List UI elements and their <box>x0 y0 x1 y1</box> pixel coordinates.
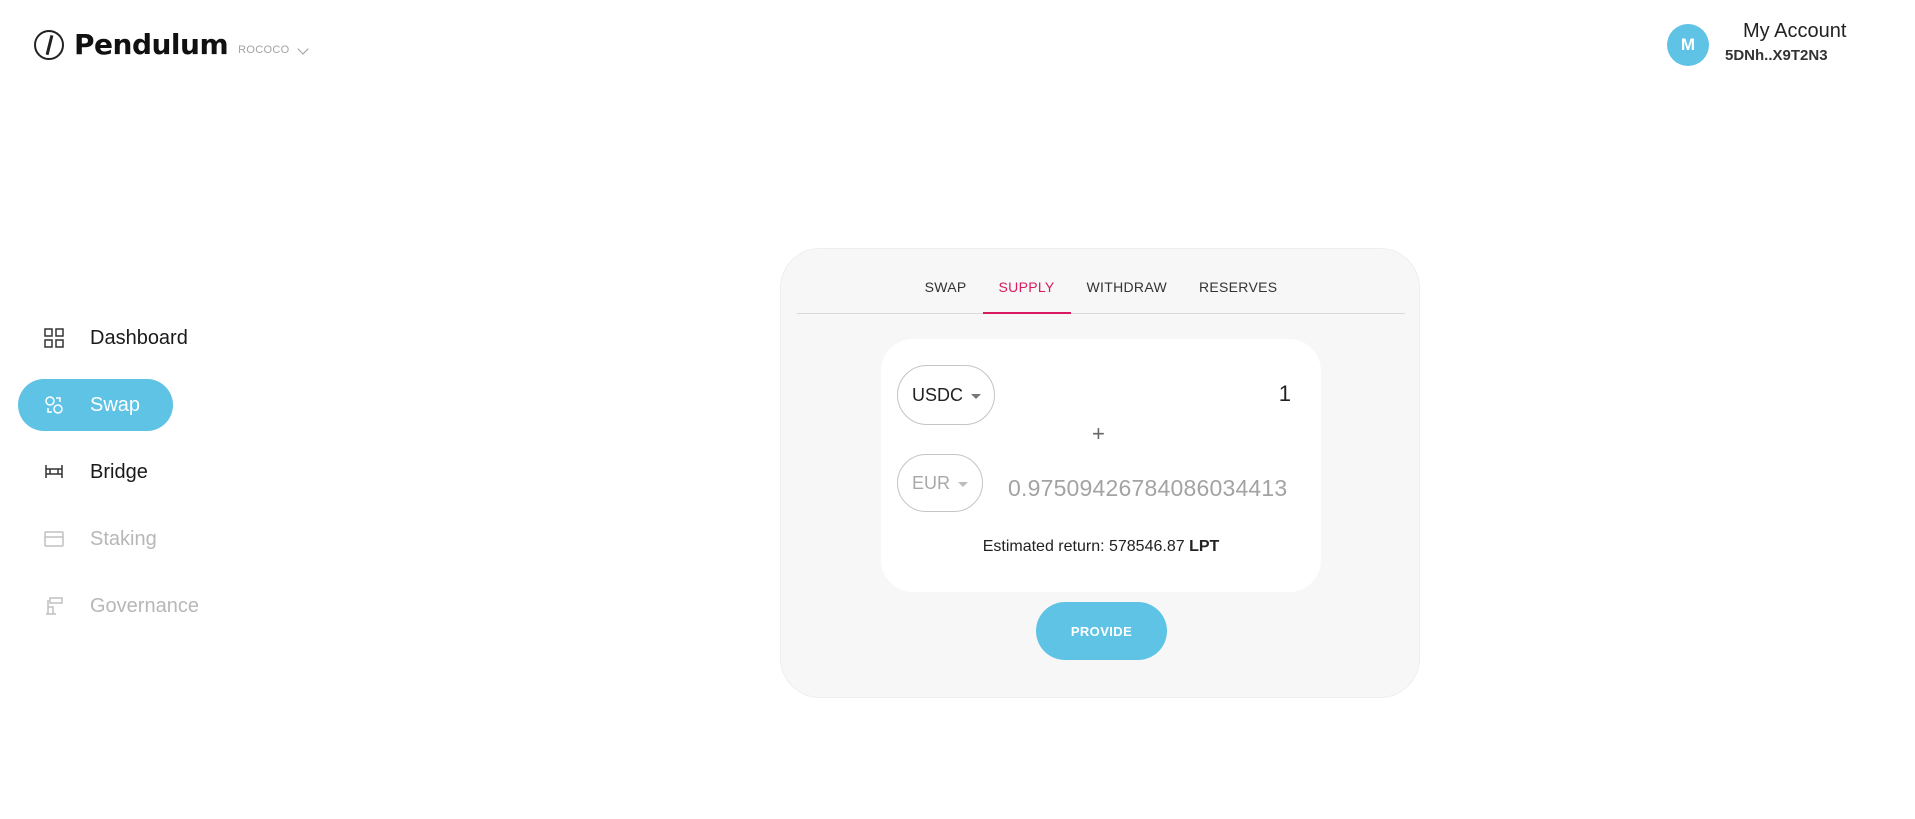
account-info[interactable]: My Account 5DNh..X9T2N3 <box>1725 20 1846 66</box>
estimated-return: Estimated return: 578546.87 LPT <box>881 538 1321 556</box>
sidebar: Dashboard Swap Bridge Staking Governance <box>18 312 278 647</box>
tab-supply[interactable]: SUPPLY <box>982 273 1071 314</box>
governance-icon <box>44 596 64 616</box>
sidebar-item-staking[interactable]: Staking <box>18 513 278 565</box>
sidebar-item-label: Swap <box>90 393 141 416</box>
token-b-amount: 0.9750942678408603441​3 <box>1008 475 1288 501</box>
token-a-selector[interactable]: USDC <box>897 365 995 425</box>
chevron-down-icon[interactable] <box>297 42 310 55</box>
pendulum-logo-icon <box>34 29 64 60</box>
sidebar-item-dashboard[interactable]: Dashboard <box>18 312 278 364</box>
account-label: My Account <box>1743 20 1847 42</box>
caret-down-icon <box>971 393 982 399</box>
sidebar-item-label: Bridge <box>90 460 148 483</box>
grid-icon <box>44 328 64 348</box>
sidebar-item-label: Dashboard <box>90 326 188 349</box>
supply-panel: USDC 1 + EUR 0.9750942678408603441​3 Est… <box>881 339 1321 592</box>
caret-down-icon <box>958 481 969 487</box>
sidebar-item-label: Staking <box>90 527 157 550</box>
avatar[interactable]: M <box>1667 24 1709 66</box>
account-button[interactable]: M My Account 5DNh..X9T2N3 <box>1667 20 1846 66</box>
estimated-return-text: Estimated return: 578546.87 <box>982 538 1190 555</box>
sidebar-item-governance[interactable]: Governance <box>18 580 278 632</box>
network-selector-label[interactable]: ROCOCO <box>238 44 289 56</box>
token-a-symbol: USDC <box>912 384 964 405</box>
tab-reserves[interactable]: RESERVES <box>1183 273 1293 314</box>
plus-icon: + <box>1092 421 1105 446</box>
token-a-amount-input[interactable]: 1 <box>1279 381 1291 407</box>
sidebar-item-swap[interactable]: Swap <box>18 379 173 431</box>
estimated-return-unit: LPT <box>1189 538 1220 555</box>
token-b-selector[interactable]: EUR <box>897 454 983 512</box>
staking-icon <box>44 529 64 549</box>
provide-button[interactable]: PROVIDE <box>1036 602 1167 660</box>
pool-card: SWAP SUPPLY WITHDRAW RESERVES USDC 1 + E… <box>780 248 1420 698</box>
sidebar-item-bridge[interactable]: Bridge <box>18 446 278 498</box>
account-address: 5DNh..X9T2N3 <box>1725 47 1828 64</box>
swap-icon <box>44 395 64 415</box>
tab-withdraw[interactable]: WITHDRAW <box>1071 273 1183 314</box>
brand-name: Pendulum <box>74 28 229 61</box>
pool-tabs: SWAP SUPPLY WITHDRAW RESERVES <box>797 273 1405 314</box>
token-b-symbol: EUR <box>912 472 951 493</box>
top-header: Pendulum ROCOCO M My Account 5DNh..X9T2N… <box>0 0 1915 90</box>
sidebar-item-label: Governance <box>90 594 199 617</box>
bridge-icon <box>44 462 64 482</box>
tab-swap[interactable]: SWAP <box>909 273 983 314</box>
brand[interactable]: Pendulum ROCOCO <box>34 28 310 61</box>
